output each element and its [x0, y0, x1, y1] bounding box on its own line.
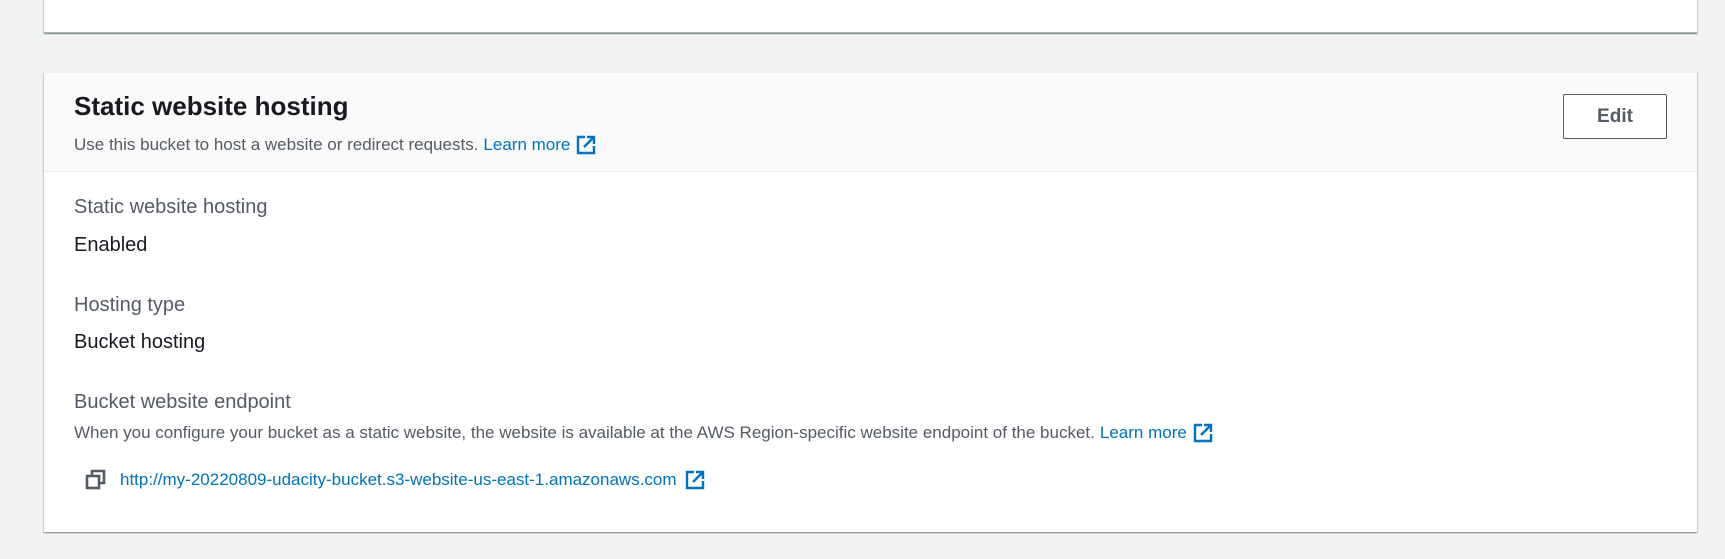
panel-header: Static website hosting Use this bucket t… — [44, 73, 1697, 172]
hosting-type-label: Hosting type — [74, 294, 186, 316]
endpoint-url: http://my-20220809-udacity-bucket.s3-web… — [120, 470, 677, 489]
endpoint-label: Bucket website endpoint — [74, 391, 291, 413]
hosting-type-value-wrap: Bucket hosting — [74, 331, 205, 354]
learn-more-link[interactable]: Learn more — [483, 134, 597, 156]
hosting-status-value-wrap: Enabled — [74, 234, 147, 257]
endpoint-description: When you configure your bucket as a stat… — [74, 422, 1214, 444]
endpoint-learn-more-label: Learn more — [1099, 423, 1187, 442]
panel-description: Use this bucket to host a website or red… — [74, 134, 597, 156]
endpoint-description-wrap: When you configure your bucket as a stat… — [74, 422, 1214, 444]
external-link-icon — [577, 135, 596, 155]
endpoint-learn-more-link[interactable]: Learn more — [1100, 422, 1214, 444]
static-website-hosting-panel: Static website hosting Use this bucket t… — [44, 72, 1697, 532]
hosting-status-value: Enabled — [74, 234, 148, 256]
endpoint-url-link[interactable]: http://my-20220809-udacity-bucket.s3-web… — [120, 469, 706, 491]
hosting-status-field: Static website hosting — [74, 196, 267, 219]
hosting-type-field: Hosting type — [74, 294, 185, 317]
edit-button[interactable]: Edit — [1563, 94, 1667, 139]
panel-title: Static website hosting — [74, 91, 349, 121]
endpoint-url-row: http://my-20220809-udacity-bucket.s3-web… — [84, 468, 706, 492]
learn-more-label: Learn more — [483, 135, 571, 154]
external-link-icon — [685, 470, 704, 490]
external-link-icon — [1193, 423, 1213, 443]
panel-description-text: Use this bucket to host a website or red… — [74, 135, 479, 154]
previous-section-card — [44, 0, 1697, 33]
hosting-status-label: Static website hosting — [74, 196, 268, 218]
endpoint-field: Bucket website endpoint — [74, 391, 291, 414]
endpoint-description-text: When you configure your bucket as a stat… — [74, 423, 1095, 442]
copy-icon[interactable] — [84, 468, 108, 492]
hosting-type-value: Bucket hosting — [74, 331, 206, 353]
